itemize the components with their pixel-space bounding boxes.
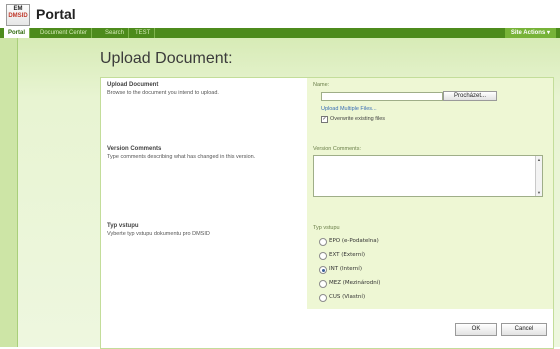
section-title: Version Comments bbox=[107, 146, 162, 152]
radio-label-epo: EPO (e-Podatelna) bbox=[329, 238, 379, 244]
section-left: Typ vstupu Vyberte typ vstupu dokumentu … bbox=[101, 209, 307, 309]
section-left: Version Comments Type comments describin… bbox=[101, 142, 307, 209]
radio-label-mez: MEZ (Mezinárodní) bbox=[329, 280, 381, 286]
section-description: Type comments describing what has change… bbox=[107, 154, 256, 160]
upload-document-section: Upload Document Browse to the document y… bbox=[101, 78, 553, 143]
top-navigation: Portal Document Center Search TEST Site … bbox=[0, 28, 560, 38]
version-comments-section: Version Comments Type comments describin… bbox=[101, 142, 553, 210]
radio-label-int: INT (Interní) bbox=[329, 266, 362, 272]
section-title: Upload Document bbox=[107, 82, 159, 88]
section-right: Typ vstupu EPO (e-Podatelna) EXT (Extern… bbox=[307, 209, 553, 309]
tab-portal[interactable]: Portal bbox=[4, 28, 31, 38]
chevron-down-icon: ▾ bbox=[546, 30, 550, 36]
radio-mez[interactable] bbox=[319, 280, 327, 288]
site-title[interactable]: Portal bbox=[36, 6, 76, 22]
section-description: Browse to the document you intend to upl… bbox=[107, 90, 219, 96]
cancel-button[interactable]: Cancel bbox=[501, 323, 547, 336]
logo-text-top: EM bbox=[13, 6, 23, 12]
name-label: Name: bbox=[313, 82, 330, 88]
left-sidebar bbox=[0, 38, 18, 347]
radio-int[interactable] bbox=[319, 266, 327, 274]
input-type-section: Typ vstupu Vyberte typ vstupu dokumentu … bbox=[101, 209, 553, 309]
radio-ext[interactable] bbox=[319, 252, 327, 260]
dmsid-logo[interactable]: EM DMSID bbox=[6, 4, 30, 26]
input-type-label: Typ vstupu bbox=[313, 225, 340, 231]
scroll-down-icon[interactable]: ▼ bbox=[537, 190, 541, 195]
overwrite-label: Overwrite existing files bbox=[330, 116, 386, 122]
main-content: Upload Document: Upload Document Browse … bbox=[18, 38, 560, 349]
section-right: Version Comments: ▲ ▼ bbox=[307, 142, 553, 209]
tab-test[interactable]: TEST bbox=[131, 28, 156, 38]
form-footer: OK Cancel bbox=[101, 309, 553, 348]
browse-button[interactable]: Procházet... bbox=[443, 91, 497, 101]
site-actions-menu[interactable]: Site Actions ▾ bbox=[504, 28, 556, 38]
tab-document-center[interactable]: Document Center bbox=[36, 28, 93, 38]
upload-form-panel: Upload Document Browse to the document y… bbox=[100, 77, 554, 349]
overwrite-checkbox[interactable]: ✓ bbox=[321, 116, 328, 123]
scroll-up-icon[interactable]: ▲ bbox=[537, 157, 541, 162]
radio-cus[interactable] bbox=[319, 294, 327, 302]
tab-search[interactable]: Search bbox=[101, 28, 130, 38]
version-comments-textarea[interactable]: ▲ ▼ bbox=[313, 155, 543, 197]
page-title: Upload Document: bbox=[100, 50, 233, 67]
checkmark-icon: ✓ bbox=[322, 116, 327, 122]
radio-label-ext: EXT (Externí) bbox=[329, 252, 365, 258]
file-name-input[interactable] bbox=[321, 92, 443, 101]
site-actions-label: Site Actions bbox=[510, 30, 546, 36]
textarea-scrollbar[interactable]: ▲ ▼ bbox=[535, 156, 542, 196]
logo-text-bottom: DMSID bbox=[8, 13, 28, 19]
ok-button[interactable]: OK bbox=[455, 323, 497, 336]
section-title: Typ vstupu bbox=[107, 223, 139, 229]
radio-epo[interactable] bbox=[319, 238, 327, 246]
section-left: Upload Document Browse to the document y… bbox=[101, 78, 307, 142]
version-comments-label: Version Comments: bbox=[313, 146, 361, 152]
top-header: EM DMSID Portal bbox=[0, 0, 560, 28]
section-right: Name: Procházet... Upload Multiple Files… bbox=[307, 78, 553, 142]
upload-multiple-link[interactable]: Upload Multiple Files... bbox=[321, 106, 377, 112]
section-description: Vyberte typ vstupu dokumentu pro DMSID bbox=[107, 231, 210, 237]
radio-label-cus: CUS (Vlastní) bbox=[329, 294, 366, 300]
